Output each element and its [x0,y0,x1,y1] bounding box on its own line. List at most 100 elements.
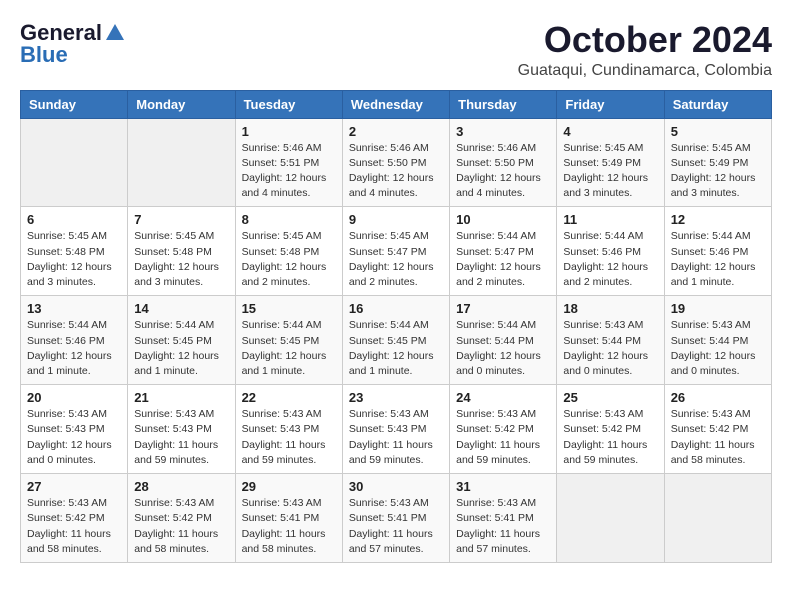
day-detail: Sunrise: 5:43 AM Sunset: 5:43 PM Dayligh… [27,407,121,468]
calendar-cell: 8 Sunrise: 5:45 AM Sunset: 5:48 PM Daylig… [235,207,342,296]
calendar-cell: 4 Sunrise: 5:45 AM Sunset: 5:49 PM Daylig… [557,118,664,207]
day-detail: Sunrise: 5:44 AM Sunset: 5:46 PM Dayligh… [671,229,765,290]
calendar-cell: 22 Sunrise: 5:43 AM Sunset: 5:43 PM Dayli… [235,385,342,474]
weekday-header-monday: Monday [128,90,235,118]
day-detail: Sunrise: 5:44 AM Sunset: 5:44 PM Dayligh… [456,318,550,379]
calendar-cell: 2Sunrise: 5:46 AM Sunset: 5:50 PM Daylig… [342,118,449,207]
day-detail: Sunrise: 5:45 AM Sunset: 5:48 PM Dayligh… [242,229,336,290]
day-number: 31 [456,479,550,494]
calendar-cell: 20 Sunrise: 5:43 AM Sunset: 5:43 PM Dayli… [21,385,128,474]
month-title: October 2024 [518,20,772,60]
week-row-0: 1 Sunrise: 5:46 AM Sunset: 5:51 PM Daylig… [21,118,772,207]
calendar-cell: 27 Sunrise: 5:43 AM Sunset: 5:42 PM Dayli… [21,474,128,563]
week-row-1: 6 Sunrise: 5:45 AM Sunset: 5:48 PM Daylig… [21,207,772,296]
day-number: 30 [349,479,443,494]
day-number: 15 [242,301,336,316]
weekday-header-tuesday: Tuesday [235,90,342,118]
day-detail: Sunrise: 5:43 AM Sunset: 5:44 PM Dayligh… [563,318,657,379]
day-number: 8 [242,212,336,227]
day-detail: Sunrise: 5:45 AM Sunset: 5:48 PM Dayligh… [134,229,228,290]
calendar-cell: 3 Sunrise: 5:46 AM Sunset: 5:50 PM Daylig… [450,118,557,207]
day-number: 27 [27,479,121,494]
day-number: 24 [456,390,550,405]
day-number: 16 [349,301,443,316]
day-detail: Sunrise: 5:45 AM Sunset: 5:47 PM Dayligh… [349,229,443,290]
day-detail: Sunrise: 5:44 AM Sunset: 5:46 PM Dayligh… [27,318,121,379]
day-detail: Sunrise: 5:46 AM Sunset: 5:50 PM Dayligh… [349,141,443,202]
calendar-cell: 29Sunrise: 5:43 AM Sunset: 5:41 PM Dayli… [235,474,342,563]
calendar-cell: 6 Sunrise: 5:45 AM Sunset: 5:48 PM Daylig… [21,207,128,296]
day-number: 13 [27,301,121,316]
calendar-cell: 17 Sunrise: 5:44 AM Sunset: 5:44 PM Dayli… [450,296,557,385]
logo-blue-text: Blue [20,42,68,68]
calendar-cell: 16Sunrise: 5:44 AM Sunset: 5:45 PM Dayli… [342,296,449,385]
day-number: 4 [563,124,657,139]
calendar-cell [128,118,235,207]
day-number: 14 [134,301,228,316]
header: General Blue October 2024 Guataqui, Cund… [20,20,772,80]
calendar-cell: 15 Sunrise: 5:44 AM Sunset: 5:45 PM Dayli… [235,296,342,385]
day-detail: Sunrise: 5:43 AM Sunset: 5:43 PM Dayligh… [242,407,336,468]
calendar-body: 1 Sunrise: 5:46 AM Sunset: 5:51 PM Daylig… [21,118,772,562]
day-number: 12 [671,212,765,227]
day-number: 20 [27,390,121,405]
day-number: 11 [563,212,657,227]
calendar-cell: 9 Sunrise: 5:45 AM Sunset: 5:47 PM Daylig… [342,207,449,296]
day-number: 6 [27,212,121,227]
calendar-table: SundayMondayTuesdayWednesdayThursdayFrid… [20,90,772,563]
day-number: 22 [242,390,336,405]
calendar-cell: 14Sunrise: 5:44 AM Sunset: 5:45 PM Dayli… [128,296,235,385]
calendar-cell: 18 Sunrise: 5:43 AM Sunset: 5:44 PM Dayli… [557,296,664,385]
calendar-cell: 10Sunrise: 5:44 AM Sunset: 5:47 PM Dayli… [450,207,557,296]
calendar-cell: 26 Sunrise: 5:43 AM Sunset: 5:42 PM Dayli… [664,385,771,474]
day-number: 5 [671,124,765,139]
day-number: 9 [349,212,443,227]
weekday-header-friday: Friday [557,90,664,118]
weekday-header-saturday: Saturday [664,90,771,118]
day-detail: Sunrise: 5:43 AM Sunset: 5:42 PM Dayligh… [27,496,121,557]
weekday-header-sunday: Sunday [21,90,128,118]
title-area: October 2024 Guataqui, Cundinamarca, Col… [518,20,772,80]
day-detail: Sunrise: 5:43 AM Sunset: 5:41 PM Dayligh… [456,496,550,557]
day-number: 19 [671,301,765,316]
day-detail: Sunrise: 5:43 AM Sunset: 5:42 PM Dayligh… [563,407,657,468]
calendar-cell: 11Sunrise: 5:44 AM Sunset: 5:46 PM Dayli… [557,207,664,296]
logo-icon [104,22,126,44]
day-number: 26 [671,390,765,405]
calendar-cell: 5 Sunrise: 5:45 AM Sunset: 5:49 PM Daylig… [664,118,771,207]
day-detail: Sunrise: 5:43 AM Sunset: 5:42 PM Dayligh… [671,407,765,468]
day-detail: Sunrise: 5:43 AM Sunset: 5:41 PM Dayligh… [349,496,443,557]
day-detail: Sunrise: 5:43 AM Sunset: 5:43 PM Dayligh… [349,407,443,468]
day-detail: Sunrise: 5:45 AM Sunset: 5:48 PM Dayligh… [27,229,121,290]
day-number: 29 [242,479,336,494]
calendar-cell: 24 Sunrise: 5:43 AM Sunset: 5:42 PM Dayli… [450,385,557,474]
day-detail: Sunrise: 5:45 AM Sunset: 5:49 PM Dayligh… [671,141,765,202]
weekday-header-thursday: Thursday [450,90,557,118]
calendar-cell: 25Sunrise: 5:43 AM Sunset: 5:42 PM Dayli… [557,385,664,474]
calendar-cell: 13 Sunrise: 5:44 AM Sunset: 5:46 PM Dayli… [21,296,128,385]
week-row-2: 13 Sunrise: 5:44 AM Sunset: 5:46 PM Dayli… [21,296,772,385]
calendar-cell [21,118,128,207]
day-number: 18 [563,301,657,316]
weekday-header-row: SundayMondayTuesdayWednesdayThursdayFrid… [21,90,772,118]
day-detail: Sunrise: 5:46 AM Sunset: 5:51 PM Dayligh… [242,141,336,202]
calendar-cell: 19 Sunrise: 5:43 AM Sunset: 5:44 PM Dayli… [664,296,771,385]
day-number: 21 [134,390,228,405]
calendar-cell: 12 Sunrise: 5:44 AM Sunset: 5:46 PM Dayli… [664,207,771,296]
day-number: 3 [456,124,550,139]
day-detail: Sunrise: 5:43 AM Sunset: 5:44 PM Dayligh… [671,318,765,379]
logo: General Blue [20,20,126,68]
weekday-header-wednesday: Wednesday [342,90,449,118]
week-row-3: 20 Sunrise: 5:43 AM Sunset: 5:43 PM Dayli… [21,385,772,474]
day-detail: Sunrise: 5:45 AM Sunset: 5:49 PM Dayligh… [563,141,657,202]
day-detail: Sunrise: 5:43 AM Sunset: 5:42 PM Dayligh… [456,407,550,468]
day-detail: Sunrise: 5:43 AM Sunset: 5:43 PM Dayligh… [134,407,228,468]
day-number: 17 [456,301,550,316]
day-detail: Sunrise: 5:46 AM Sunset: 5:50 PM Dayligh… [456,141,550,202]
day-number: 1 [242,124,336,139]
calendar-cell: 28Sunrise: 5:43 AM Sunset: 5:42 PM Dayli… [128,474,235,563]
day-detail: Sunrise: 5:44 AM Sunset: 5:47 PM Dayligh… [456,229,550,290]
day-detail: Sunrise: 5:44 AM Sunset: 5:45 PM Dayligh… [242,318,336,379]
calendar-cell: 31 Sunrise: 5:43 AM Sunset: 5:41 PM Dayli… [450,474,557,563]
calendar-cell: 23Sunrise: 5:43 AM Sunset: 5:43 PM Dayli… [342,385,449,474]
